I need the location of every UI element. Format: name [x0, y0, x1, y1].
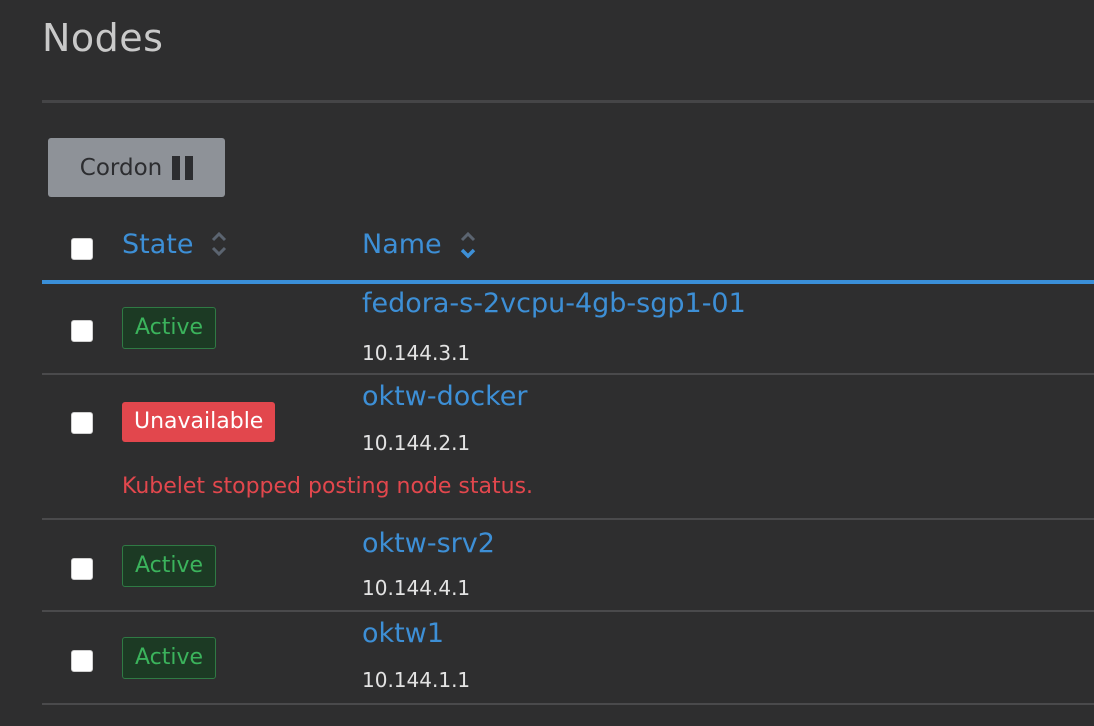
status-badge: Active [122, 637, 217, 679]
column-header-state-label: State [122, 228, 194, 260]
row-divider [42, 373, 1094, 375]
node-ip: 10.144.4.1 [362, 576, 471, 600]
sort-icon [209, 228, 229, 260]
row-divider [42, 610, 1094, 612]
title-divider [42, 100, 1094, 103]
column-header-name-label: Name [362, 228, 442, 260]
node-name-link[interactable]: oktw-srv2 [362, 528, 495, 559]
status-badge: Active [122, 545, 217, 587]
node-name-link[interactable]: oktw1 [362, 618, 444, 649]
node-ip: 10.144.1.1 [362, 668, 471, 692]
row-checkbox[interactable] [71, 412, 93, 434]
node-ip: 10.144.3.1 [362, 341, 471, 365]
sort-icon [458, 228, 478, 260]
column-header-name[interactable]: Name [362, 228, 478, 260]
node-error-message: Kubelet stopped posting node status. [122, 474, 534, 499]
row-divider [42, 518, 1094, 520]
cordon-button-label: Cordon [79, 154, 163, 181]
select-all-checkbox[interactable] [71, 238, 93, 260]
node-name-link[interactable]: oktw-docker [362, 381, 527, 412]
row-checkbox[interactable] [71, 558, 93, 580]
node-ip: 10.144.2.1 [362, 431, 471, 455]
row-divider [42, 703, 1094, 705]
pause-icon [172, 155, 194, 180]
header-divider [42, 280, 1094, 284]
status-badge: Unavailable [122, 402, 276, 442]
cordon-button[interactable]: Cordon [48, 138, 225, 197]
status-badge: Active [122, 307, 217, 349]
page-title: Nodes [42, 16, 164, 60]
node-name-link[interactable]: fedora-s-2vcpu-4gb-sgp1-01 [362, 288, 746, 319]
column-header-state[interactable]: State [122, 228, 229, 260]
row-checkbox[interactable] [71, 320, 93, 342]
row-checkbox[interactable] [71, 650, 93, 672]
